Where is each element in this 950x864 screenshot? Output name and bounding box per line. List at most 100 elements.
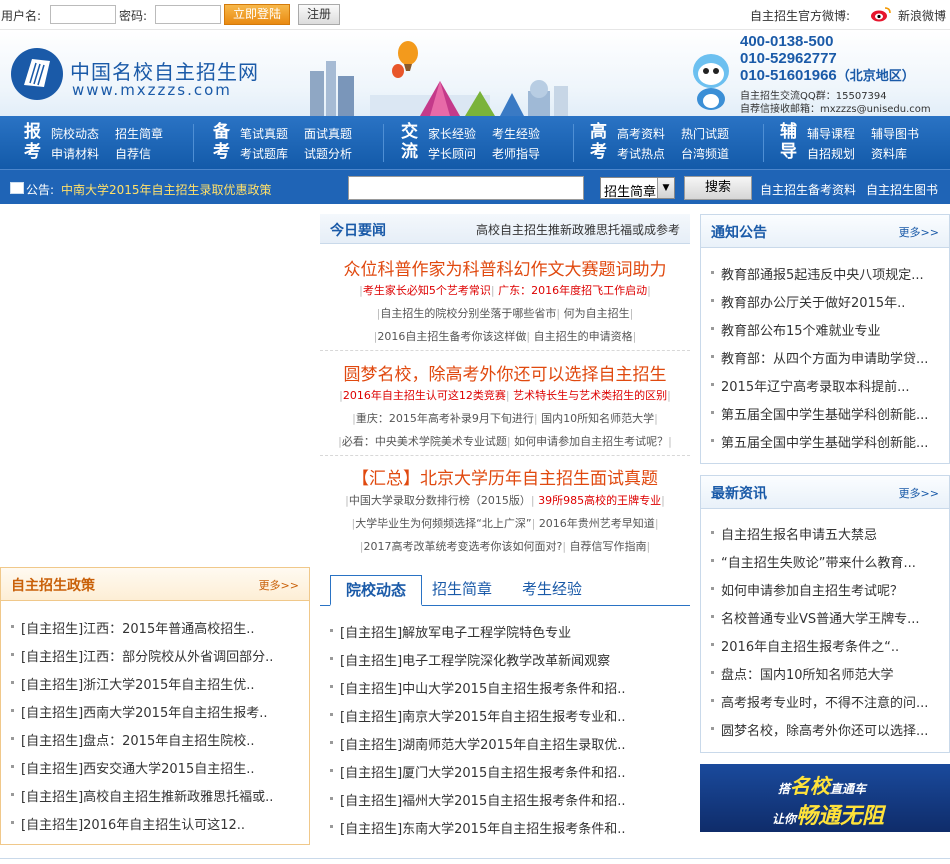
list-item[interactable]: [自主招生]湖南师范大学2015年自主招生录取优.. (330, 734, 626, 753)
list-item[interactable]: [自主招生]解放军电子工程学院特色专业 (330, 622, 571, 641)
nav-category[interactable]: 辅导 (780, 122, 798, 162)
tab-admission-guide[interactable]: 招生简章 (422, 575, 502, 606)
username-input[interactable] (50, 5, 116, 24)
list-item[interactable]: 如何申请参加自主招生考试呢？ (711, 580, 903, 599)
list-item[interactable]: 2015年辽宁高考录取本科提前... (711, 376, 909, 395)
login-button[interactable]: 立即登陆 (224, 4, 290, 25)
nav-link[interactable]: 招生简章 (115, 125, 163, 142)
nav-category[interactable]: 报考 (24, 122, 42, 162)
headline-link[interactable]: 众位科普作家为科普科幻作文大赛题词助力 (320, 255, 690, 280)
news-link[interactable]: 自主招生的院校分别坐落于哪些省市 (380, 307, 556, 320)
list-item[interactable]: 2016年自主招生报考条件之“.. (711, 636, 899, 655)
news-link[interactable]: 如何申请参加自主招生考试呢？ (514, 435, 668, 448)
news-link[interactable]: 考生家长必知5个艺考常识 (363, 284, 491, 297)
list-item[interactable]: [自主招生]2016年自主招生认可这12.. (11, 814, 245, 833)
nav-link[interactable]: 辅导图书 (871, 125, 919, 142)
list-item[interactable]: 教育部办公厅关于做好2015年.. (711, 292, 905, 311)
nav-link[interactable]: 考试热点 (617, 145, 665, 162)
list-item[interactable]: 教育部通报5起违反中央八项规定... (711, 264, 924, 283)
more-link[interactable]: 更多>> (899, 224, 939, 240)
news-link[interactable]: 2017高考改革统考变选考你该如何面对? (363, 540, 562, 553)
list-item[interactable]: [自主招生]江西：部分院校从外省调回部分.. (11, 646, 273, 665)
phone-3: 010-51601966 (740, 67, 837, 84)
news-link[interactable]: 自荐信写作指南 (570, 540, 647, 553)
list-item[interactable]: [自主招生]江西：2015年普通高校招生.. (11, 618, 255, 637)
tab-school-news[interactable]: 院校动态 (330, 575, 422, 606)
list-item[interactable]: [自主招生]浙江大学2015年自主招生优.. (11, 674, 255, 693)
more-link[interactable]: 更多>> (899, 485, 939, 501)
list-item[interactable]: [自主招生]盘点：2015年自主招生院校.. (11, 730, 255, 749)
password-input[interactable] (155, 5, 221, 24)
notice-link[interactable]: 中南大学2015年自主招生录取优惠政策 (61, 181, 272, 198)
nav-link[interactable]: 学长顾问 (428, 145, 476, 162)
list-item[interactable]: 名校普通专业VS普通大学王牌专... (711, 608, 920, 627)
today-news-top-link[interactable]: 高校自主招生推新政雅思托福或成参考 (476, 221, 680, 238)
nav-link[interactable]: 自荐信 (115, 145, 151, 162)
nav-category[interactable]: 高考 (590, 122, 608, 162)
list-item[interactable]: [自主招生]中山大学2015自主招生报考条件和招.. (330, 678, 626, 697)
nav-link[interactable]: 院校动态 (51, 125, 99, 142)
search-input[interactable] (348, 176, 584, 200)
register-button[interactable]: 注册 (298, 4, 340, 25)
books-link[interactable]: 自主招生图书 (866, 181, 938, 198)
list-item[interactable]: [自主招生]高校自主招生推新政雅思托福或.. (11, 786, 273, 805)
list-item[interactable]: [自主招生]福州大学2015自主招生报考条件和招.. (330, 790, 626, 809)
news-link[interactable]: 广东：2016年度招飞工作启动 (498, 284, 647, 297)
news-link[interactable]: 自主招生的申请资格 (534, 330, 633, 343)
list-item[interactable]: 第五届全国中学生基础学科创新能... (711, 432, 928, 451)
promo-banner[interactable]: 搭名校直通车 让你畅通无阻 (700, 764, 950, 832)
nav-link[interactable]: 台湾频道 (681, 145, 729, 162)
news-link[interactable]: 2016自主招生备考你该这样做 (377, 330, 526, 343)
list-item[interactable]: [自主招生]东南大学2015年自主招生报考条件和.. (330, 818, 626, 837)
list-item[interactable]: 高考报考专业时，不得不注意的问... (711, 692, 928, 711)
more-link[interactable]: 更多>> (259, 577, 299, 593)
headline-link[interactable]: 圆梦名校，除高考外你还可以选择自主招生 (320, 360, 690, 385)
news-link[interactable]: 大学毕业生为何频频选择“北上广深” (355, 517, 531, 530)
list-item[interactable]: [自主招生]电子工程学院深化教学改革新闻观察 (330, 650, 610, 669)
news-link[interactable]: 必看：中央美术学院美术专业试题 (342, 435, 507, 448)
logo-icon[interactable] (10, 47, 64, 101)
nav-link[interactable]: 考试题库 (240, 145, 288, 162)
prep-materials-link[interactable]: 自主招生备考资料 (760, 181, 856, 198)
search-button[interactable]: 搜索 (684, 176, 752, 200)
news-link[interactable]: 39所985高校的王牌专业 (538, 494, 661, 507)
nav-link[interactable]: 高考资料 (617, 125, 665, 142)
list-item[interactable]: [自主招生]西安交通大学2015自主招生.. (11, 758, 255, 777)
headline-link[interactable]: 【汇总】北京大学历年自主招生面试真题 (320, 464, 690, 489)
news-link[interactable]: 2016年自主招生认可这12类竞赛 (343, 389, 506, 402)
list-item[interactable]: 第五届全国中学生基础学科创新能... (711, 404, 928, 423)
list-item[interactable]: “自主招生失败论”带来什么教育... (711, 552, 916, 571)
news-link[interactable]: 2016年贵州艺考早知道 (539, 517, 655, 530)
news-link[interactable]: 重庆：2015年高考补录9月下旬进行 (356, 412, 534, 425)
nav-link[interactable]: 辅导课程 (807, 125, 855, 142)
list-item[interactable]: 自主招生报名申请五大禁忌 (711, 524, 877, 543)
news-link[interactable]: 何为自主招生 (564, 307, 630, 320)
weibo-link[interactable]: 新浪微博 (898, 7, 946, 24)
list-item[interactable]: 教育部公布15个难就业专业 (711, 320, 881, 339)
list-item[interactable]: [自主招生]西南大学2015年自主招生报考.. (11, 702, 268, 721)
tab-student-experience[interactable]: 考生经验 (512, 575, 592, 606)
nav-link[interactable]: 试题分析 (304, 145, 352, 162)
list-item[interactable]: [自主招生]南京大学2015年自主招生报考专业和.. (330, 706, 626, 725)
news-link[interactable]: 中国大学录取分数排行榜（2015版） (349, 494, 531, 507)
list-item[interactable]: 盘点：国内10所知名师范大学 (711, 664, 894, 683)
nav-link[interactable]: 资料库 (871, 145, 907, 162)
nav-category[interactable]: 交流 (401, 122, 419, 162)
nav-link[interactable]: 老师指导 (492, 145, 540, 162)
weibo-icon[interactable] (870, 6, 892, 22)
nav-link[interactable]: 笔试真题 (240, 125, 288, 142)
nav-link[interactable]: 申请材料 (51, 145, 99, 162)
nav-link[interactable]: 面试真题 (304, 125, 352, 142)
phone-block: 400-0138-500 010-52962777 010-51601966（北… (740, 33, 915, 84)
list-item[interactable]: 圆梦名校，除高考外你还可以选择... (711, 720, 928, 739)
list-item[interactable]: [自主招生]厦门大学2015自主招生报考条件和招.. (330, 762, 626, 781)
nav-link[interactable]: 热门试题 (681, 125, 729, 142)
nav-category[interactable]: 备考 (213, 122, 231, 162)
search-category-select[interactable]: 招生简章 ▼ (600, 177, 675, 200)
news-link[interactable]: 艺术特长生与艺术类招生的区别 (513, 389, 667, 402)
nav-link[interactable]: 家长经验 (428, 125, 476, 142)
list-item[interactable]: 教育部：从四个方面为申请助学贷... (711, 348, 928, 367)
nav-link[interactable]: 考生经验 (492, 125, 540, 142)
nav-link[interactable]: 自招规划 (807, 145, 855, 162)
news-link[interactable]: 国内10所知名师范大学 (541, 412, 654, 425)
